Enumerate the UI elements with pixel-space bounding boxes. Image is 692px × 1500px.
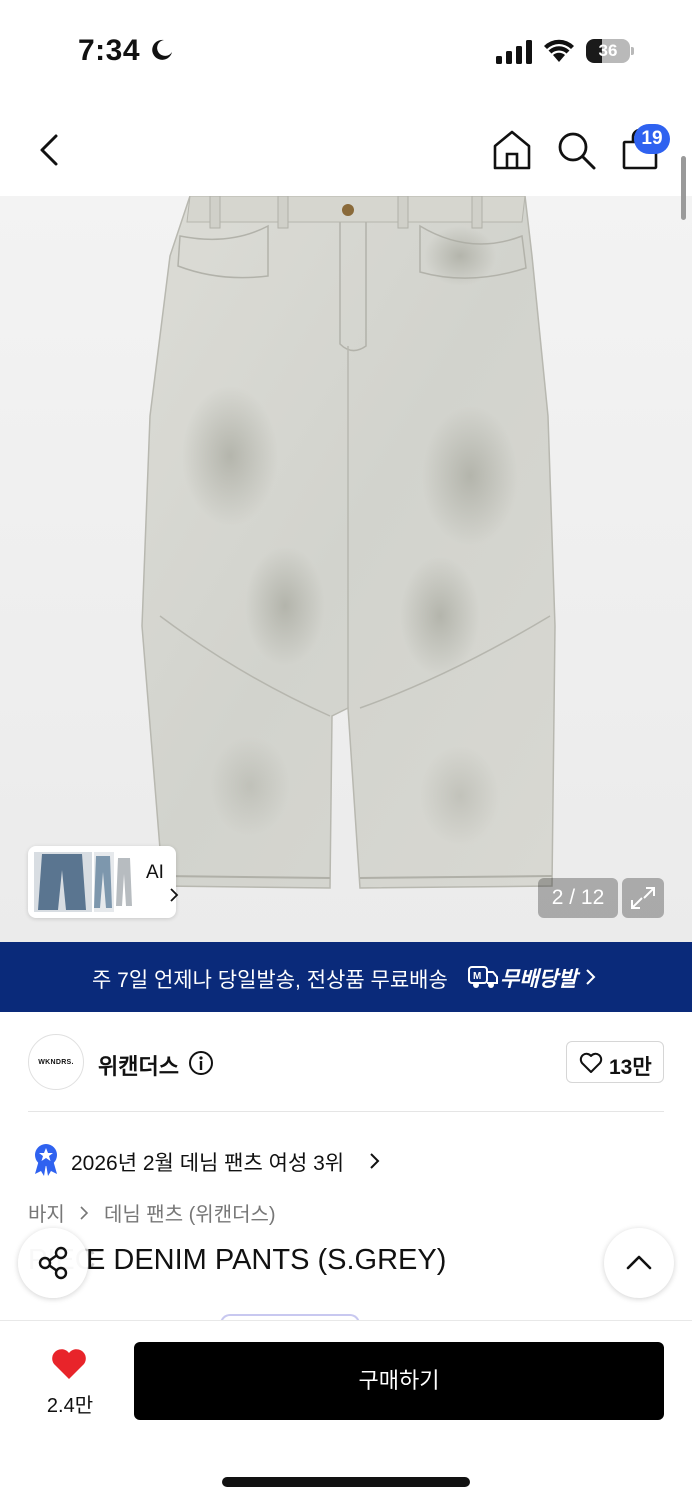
wifi-icon: [544, 39, 574, 62]
divider: [28, 1111, 664, 1112]
wishlist-count: 2.4만: [46, 1395, 94, 1417]
chevron-right-icon: [80, 1205, 89, 1220]
home-indicator: [222, 1477, 470, 1487]
status-time: 7:34: [78, 34, 141, 67]
battery-level: 36: [598, 41, 618, 60]
product-image-gallery[interactable]: AI 2 / 12: [0, 196, 692, 942]
brand-row: WKNDRS. 위캔더스 13만: [0, 1012, 692, 1112]
breadcrumb-item-subcategory[interactable]: 데님 팬츠 (위캔더스): [104, 1198, 276, 1227]
breadcrumb-item-category[interactable]: 바지: [28, 1198, 65, 1227]
home-icon[interactable]: [490, 128, 534, 172]
breadcrumb: 바지 데님 팬츠 (위캔더스): [28, 1198, 276, 1228]
brand-logo[interactable]: WKNDRS.: [28, 1034, 84, 1090]
ai-thumbnail-image: [34, 852, 132, 912]
banner-badge-label: 무배당발: [500, 968, 578, 991]
image-page-counter: 2 / 12: [538, 878, 618, 918]
buy-button[interactable]: 구매하기: [134, 1342, 664, 1420]
brand-name[interactable]: 위캔더스: [98, 1049, 179, 1081]
shipping-banner[interactable]: 주 7일 언제나 당일발송, 전상품 무료배송 M 무배당발: [0, 942, 692, 1012]
share-icon: [38, 1246, 68, 1280]
heart-outline-icon: [579, 1052, 603, 1073]
ranking-link[interactable]: 2026년 2월 데님 팬츠 여성 3위: [28, 1140, 428, 1180]
product-title: E DENIM PANTS (S.GREY): [86, 1244, 447, 1276]
chevron-up-icon: [626, 1255, 652, 1270]
ai-recommendation-card[interactable]: AI: [28, 846, 179, 918]
scroll-top-button[interactable]: [604, 1228, 674, 1298]
heart-filled-icon[interactable]: [50, 1347, 88, 1381]
banner-text: 주 7일 언제나 당일발송, 전상품 무료배송: [92, 969, 448, 992]
chevron-right-icon: [370, 1153, 380, 1169]
bottom-action-bar: 2.4만 구매하기: [0, 1320, 692, 1500]
brand-like-count: 13만: [609, 1056, 652, 1079]
cart-count-badge: 19: [634, 124, 670, 154]
chevron-right-icon: [586, 969, 596, 985]
signal-icon: [496, 40, 532, 64]
delivery-truck-icon: M: [468, 966, 498, 988]
scroll-indicator: [681, 156, 686, 220]
search-icon[interactable]: [554, 128, 598, 172]
ranking-badge-icon: [35, 1144, 57, 1176]
chevron-left-icon[interactable]: [30, 128, 70, 172]
chevron-right-icon: [170, 888, 179, 902]
brand-logo-text: WKNDRS.: [38, 1058, 74, 1066]
top-nav: [0, 100, 692, 196]
moon-icon: [152, 39, 172, 60]
ai-label: AI: [146, 862, 164, 883]
share-button[interactable]: [18, 1228, 88, 1298]
expand-button[interactable]: [622, 878, 664, 918]
battery-icon: 36: [586, 39, 634, 63]
brand-like-button[interactable]: 13만: [566, 1041, 664, 1083]
info-icon[interactable]: [188, 1050, 214, 1076]
ranking-text: 2026년 2월 데님 팬츠 여성 3위: [71, 1152, 345, 1175]
product-image: [141, 196, 556, 889]
svg-text:M: M: [473, 971, 481, 982]
expand-icon: [631, 887, 655, 909]
status-bar: 7:34 36: [0, 0, 692, 100]
